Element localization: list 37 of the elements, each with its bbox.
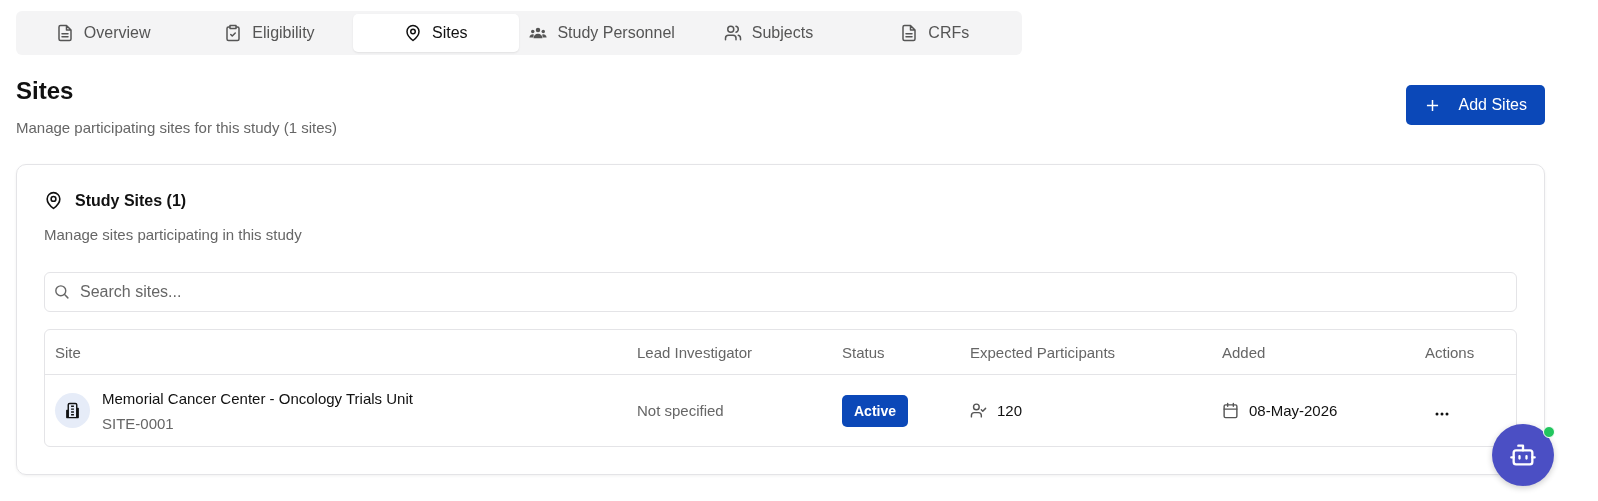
search-field[interactable]: Search sites... <box>44 272 1517 312</box>
site-code: SITE-0001 <box>102 414 175 432</box>
site-name: Memorial Cancer Center - Oncology Trials Unit <box>102 389 413 407</box>
card-subtitle: Manage sites participating in this study <box>44 226 303 243</box>
tab[interactable]: Eligibility <box>186 14 353 52</box>
map-pin-icon <box>44 191 63 210</box>
plus-icon <box>1425 98 1439 112</box>
tab[interactable]: Sites <box>352 14 519 52</box>
more-options-icon[interactable] <box>1435 412 1449 416</box>
column-header: Lead Investigator <box>637 343 754 361</box>
assistant-button[interactable] <box>1492 424 1554 486</box>
map-pin-icon <box>404 24 423 42</box>
add-sites-button[interactable]: Add Sites <box>1405 85 1545 125</box>
clipboard-check-icon <box>224 24 243 42</box>
column-header: Added <box>1222 343 1267 361</box>
column-header: Site <box>55 343 82 361</box>
column-header: Actions <box>1425 343 1476 361</box>
user-check-icon <box>970 402 987 419</box>
tab[interactable]: CRFs <box>851 14 1018 52</box>
users-icon <box>723 24 742 42</box>
status-badge: Active <box>842 394 909 427</box>
table-cell: Not specified <box>637 402 724 419</box>
table-cell: 08-May-2026 <box>1249 402 1338 419</box>
card-title: Study Sites (1) <box>75 191 187 210</box>
building-icon <box>55 393 90 428</box>
column-header: Expected Participants <box>970 343 1117 361</box>
document-icon <box>900 24 919 42</box>
tab[interactable]: Overview <box>20 14 187 52</box>
tab[interactable]: Study Personnel <box>519 14 686 52</box>
page-title: Sites <box>16 77 75 105</box>
search-icon <box>53 283 70 300</box>
table-cell: 120 <box>997 402 1023 419</box>
tab[interactable]: Subjects <box>685 14 852 52</box>
calendar-icon <box>1222 402 1239 419</box>
page-subtitle: Manage participating sites for this study (1 sites) <box>16 119 337 136</box>
column-header: Status <box>842 343 886 361</box>
document-icon <box>55 24 74 42</box>
